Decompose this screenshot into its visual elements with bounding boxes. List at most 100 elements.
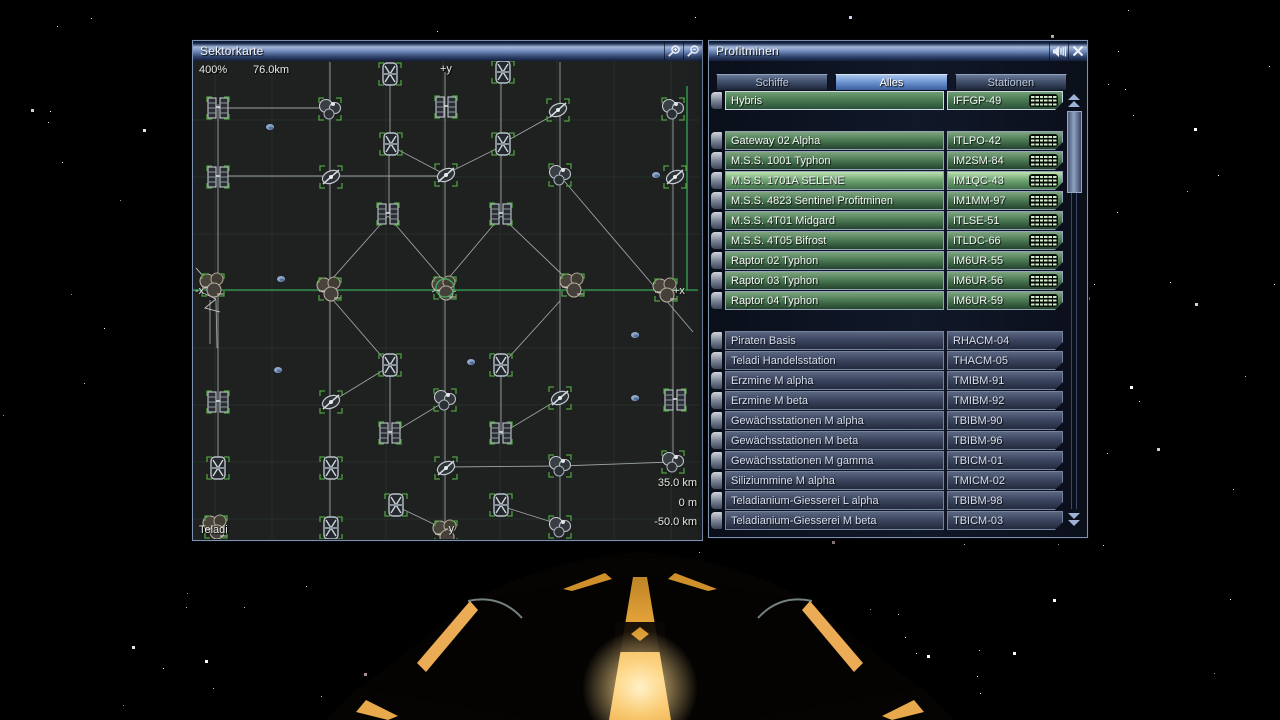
property-panel-titlebar[interactable]: Profitminen xyxy=(709,41,1087,62)
sector-map-canvas[interactable]: 400% 76.0km +y -y +x -x Teladi 35.0 km 0… xyxy=(193,61,702,540)
map-station-icon[interactable] xyxy=(320,391,342,413)
map-station-icon[interactable] xyxy=(433,520,457,539)
map-lane-line xyxy=(501,506,558,524)
map-station-icon[interactable] xyxy=(490,494,512,516)
scroll-down-button[interactable] xyxy=(1066,510,1082,528)
map-station-icon[interactable] xyxy=(319,98,341,120)
zoom-in-button[interactable] xyxy=(664,42,683,60)
ship-row[interactable]: Raptor 03 TyphonIM6UR-56 xyxy=(711,271,1063,290)
map-station-icon[interactable] xyxy=(435,96,457,118)
ship-row[interactable]: Gateway 02 AlphaITLPO-42 xyxy=(711,131,1063,150)
map-station-icon[interactable] xyxy=(662,98,684,120)
station-row[interactable]: Gewächsstationen M gamma TBICM-01 xyxy=(711,451,1063,470)
map-station-icon[interactable] xyxy=(320,166,342,188)
station-row[interactable]: Teladianium-Giesserei L alphaTBIBM-98 xyxy=(711,491,1063,510)
row-tab xyxy=(711,212,722,229)
map-station-icon[interactable] xyxy=(549,455,571,477)
map-lane-line xyxy=(560,462,673,466)
ship-row[interactable]: M.S.S. 4T01 MidgardITLSE-51 xyxy=(711,211,1063,230)
scroll-up-button[interactable] xyxy=(1066,92,1082,110)
object-id: ITLPO-42 xyxy=(947,131,1063,150)
row-tab xyxy=(711,292,722,309)
hull-gauge xyxy=(1030,95,1057,106)
sector-map-titlebar[interactable]: Sektorkarte xyxy=(193,41,702,62)
object-id-text: TMIBM-91 xyxy=(953,375,1004,387)
tab-alles[interactable]: Alles xyxy=(835,74,947,91)
tab-stationen[interactable]: Stationen xyxy=(955,74,1067,91)
object-id: TBIBM-90 xyxy=(947,411,1063,430)
station-row[interactable]: Gewächsstationen M betaTBIBM-96 xyxy=(711,431,1063,450)
map-station-icon[interactable] xyxy=(432,276,456,300)
ship-row[interactable]: Raptor 04 TyphonIM6UR-59 xyxy=(711,291,1063,310)
object-name: Erzmine M beta xyxy=(725,391,944,410)
hull-gauge xyxy=(1030,255,1057,266)
ship-row[interactable]: Raptor 02 TyphonIM6UR-55 xyxy=(711,251,1063,270)
object-id-text: TMIBM-92 xyxy=(953,395,1004,407)
scrollbar-thumb[interactable] xyxy=(1067,111,1082,193)
map-station-icon[interactable] xyxy=(435,457,457,479)
row-tab xyxy=(711,272,722,289)
map-station-icon[interactable] xyxy=(664,166,686,188)
ship-row[interactable]: M.S.S. 4T05 BifrostITLDC-66 xyxy=(711,231,1063,250)
map-station-icon[interactable] xyxy=(435,164,457,186)
map-station-icon[interactable] xyxy=(547,99,569,121)
map-station-icon[interactable] xyxy=(434,389,456,411)
ship-row[interactable]: M.S.S. 1701A SELENEIM1QC-43 xyxy=(711,171,1063,190)
object-name: Raptor 02 Typhon xyxy=(725,251,944,270)
map-station-icon[interactable] xyxy=(385,494,407,516)
property-panel-title: Profitminen xyxy=(716,44,1049,58)
map-station-icon[interactable] xyxy=(380,133,402,155)
station-row[interactable]: Erzmine M alpha TMIBM-91 xyxy=(711,371,1063,390)
object-id: IM6UR-59 xyxy=(947,291,1063,310)
selected-object-row[interactable]: HybrisIFFGP-49 xyxy=(711,91,1063,110)
map-station-icon[interactable] xyxy=(492,61,514,83)
close-button[interactable] xyxy=(1068,42,1087,60)
map-station-icon[interactable] xyxy=(549,164,571,186)
sector-map-title: Sektorkarte xyxy=(200,44,664,58)
map-station-icon[interactable] xyxy=(560,273,584,297)
object-id: IM2SM-84 xyxy=(947,151,1063,170)
asteroid-shade xyxy=(655,174,660,177)
object-id-text: ITLPO-42 xyxy=(953,135,1001,147)
tab-schiffe[interactable]: Schiffe xyxy=(716,74,828,91)
mute-button[interactable] xyxy=(1049,42,1068,60)
object-name: Teladianium-Giesserei M beta xyxy=(725,511,944,530)
object-id: TBICM-03 xyxy=(947,511,1063,530)
object-id: IM6UR-56 xyxy=(947,271,1063,290)
map-station-icon[interactable] xyxy=(377,203,399,225)
map-station-icon[interactable] xyxy=(662,451,684,473)
map-station-icon[interactable] xyxy=(320,457,342,479)
station-row[interactable]: Teladianium-Giesserei M beta TBICM-03 xyxy=(711,511,1063,530)
station-row[interactable]: Erzmine M beta TMIBM-92 xyxy=(711,391,1063,410)
object-name: M.S.S. 1701A SELENE xyxy=(725,171,944,190)
object-id-text: TBICM-01 xyxy=(953,455,1003,467)
map-station-icon[interactable] xyxy=(203,515,227,539)
row-tab xyxy=(711,252,722,269)
object-name: Gewächsstationen M gamma xyxy=(725,451,944,470)
row-tab xyxy=(711,352,722,369)
sector-map-window: Sektorkarte xyxy=(192,40,703,541)
map-station-icon[interactable] xyxy=(207,457,229,479)
map-lane-line xyxy=(503,113,557,143)
object-id: TMIBM-92 xyxy=(947,391,1063,410)
map-station-icon[interactable] xyxy=(379,63,401,85)
object-name: Erzmine M alpha xyxy=(725,371,944,390)
map-station-icon[interactable] xyxy=(320,517,342,539)
object-id-text: TBICM-03 xyxy=(953,515,1003,527)
map-station-icon[interactable] xyxy=(664,389,686,411)
ship-row[interactable]: M.S.S. 1001 Typhon IM2SM-84 xyxy=(711,151,1063,170)
row-tab xyxy=(711,192,722,209)
object-id-text: IM2SM-84 xyxy=(953,155,1004,167)
double-chevron-down-icon xyxy=(1067,512,1081,527)
tab-bar: Schiffe Alles Stationen xyxy=(716,74,1067,91)
object-name: M.S.S. 1001 Typhon xyxy=(725,151,944,170)
station-row[interactable]: Piraten BasisRHACM-04 xyxy=(711,331,1063,350)
asteroid-shade xyxy=(470,361,475,364)
zoom-out-button[interactable] xyxy=(683,42,702,60)
ship-row[interactable]: M.S.S. 4823 Sentinel ProfitminenIM1MM-97 xyxy=(711,191,1063,210)
station-row[interactable]: Siliziummine M alphaTMICM-02 xyxy=(711,471,1063,490)
map-station-icon[interactable] xyxy=(492,133,514,155)
station-row[interactable]: Gewächsstationen M alphaTBIBM-90 xyxy=(711,411,1063,430)
station-row[interactable]: Teladi HandelsstationTHACM-05 xyxy=(711,351,1063,370)
map-station-icon[interactable] xyxy=(317,277,341,301)
